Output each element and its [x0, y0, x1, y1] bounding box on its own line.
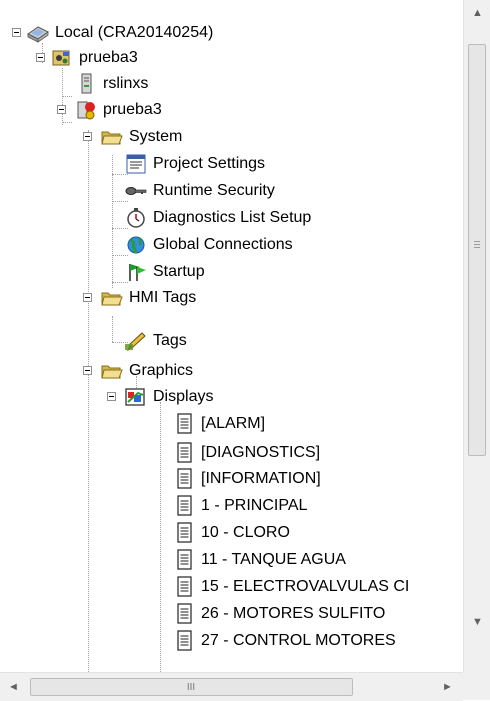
startup-flags-icon — [124, 261, 148, 283]
server-icon — [74, 73, 98, 95]
tree-node-display[interactable]: 15 - ELECTROVALVULAS CI — [172, 574, 409, 600]
tree-node-global-connections[interactable]: Global Connections — [124, 232, 293, 258]
tree-node-label: HMI Tags — [129, 289, 197, 306]
tree-line — [112, 316, 113, 342]
document-icon — [172, 603, 196, 625]
tree-node-tags[interactable]: Tags — [124, 328, 187, 354]
scroll-down-arrow-icon[interactable]: ▼ — [472, 617, 483, 628]
tree-node-label: [DIAGNOSTICS] — [201, 444, 321, 461]
scroll-left-arrow-icon[interactable]: ◄ — [8, 682, 19, 693]
tree-node-display[interactable]: [DIAGNOSTICS] — [172, 440, 320, 466]
application-icon — [50, 47, 74, 69]
collapse-toggle[interactable] — [36, 53, 45, 62]
document-icon — [172, 522, 196, 544]
tree-line — [62, 122, 72, 123]
tree-node-display[interactable]: 1 - PRINCIPAL — [172, 493, 307, 519]
tree-node-label: Diagnostics List Setup — [153, 209, 312, 226]
folder-open-icon — [100, 126, 124, 148]
tree-line — [88, 130, 89, 672]
tree-node-label: 1 - PRINCIPAL — [201, 497, 308, 514]
tree-line — [160, 402, 161, 672]
tree-node-label: Tags — [153, 332, 187, 349]
tree-node-label: 26 - MOTORES SULFITO — [201, 605, 386, 622]
tree-node-label: rslinxs — [103, 75, 149, 92]
scroll-up-arrow-icon[interactable]: ▲ — [472, 8, 483, 19]
horizontal-scrollbar[interactable]: ◄ III ► — [0, 672, 463, 701]
tree-node-label: Startup — [153, 263, 205, 280]
tree-node-startup[interactable]: Startup — [124, 259, 205, 285]
stopwatch-icon — [124, 207, 148, 229]
tree-node-display[interactable]: 27 - CONTROL MOTORES — [172, 628, 396, 654]
scroll-right-arrow-icon[interactable]: ► — [442, 682, 453, 693]
tree-node-hmi-tags[interactable]: HMI Tags — [83, 285, 197, 311]
folder-open-icon — [100, 287, 124, 309]
tree-node-label: Runtime Security — [153, 182, 275, 199]
key-icon — [124, 180, 148, 202]
document-icon — [172, 495, 196, 517]
document-icon — [172, 468, 196, 490]
scrollbar-corner — [463, 672, 490, 700]
explorer-window: Local (CRA20140254) prueba3 rslinxs prue… — [0, 0, 490, 701]
grip-line — [474, 241, 480, 242]
computer-icon — [26, 22, 50, 44]
tree-node-display[interactable]: [INFORMATION] — [172, 466, 321, 492]
tree-node-label: [ALARM] — [201, 415, 266, 432]
tree-node-hmi-server[interactable]: prueba3 — [57, 97, 162, 123]
document-icon — [172, 576, 196, 598]
tree-node-label: 11 - TANQUE AGUA — [201, 551, 346, 568]
folder-open-icon — [100, 360, 124, 382]
tree-node-label: 15 - ELECTROVALVULAS CI — [201, 578, 410, 595]
collapse-toggle[interactable] — [83, 366, 92, 375]
tree-node-label: Local (CRA20140254) — [55, 24, 214, 41]
tree-node-label: prueba3 — [103, 101, 162, 118]
tree-node-label: 10 - CLORO — [201, 524, 290, 541]
tree-node-graphics[interactable]: Graphics — [83, 358, 194, 384]
document-icon — [172, 549, 196, 571]
document-icon — [172, 413, 196, 435]
globe-icon — [124, 234, 148, 256]
tree-node-label: Graphics — [129, 362, 194, 379]
tree-node-label: System — [129, 128, 183, 145]
tree-node-label: [INFORMATION] — [201, 470, 321, 487]
document-icon — [172, 630, 196, 652]
tree-node-application[interactable]: prueba3 — [36, 45, 138, 71]
tree-node-diagnostics[interactable]: Diagnostics List Setup — [124, 205, 311, 231]
collapse-toggle[interactable] — [57, 105, 66, 114]
collapse-toggle[interactable] — [12, 28, 21, 37]
grip-icon: III — [186, 682, 196, 693]
tree-node-display[interactable]: [ALARM] — [172, 411, 265, 437]
tree-node-server[interactable]: rslinxs — [74, 71, 148, 97]
grip-line — [474, 244, 480, 245]
horizontal-scroll-thumb[interactable]: III — [30, 678, 353, 696]
tree-node-label: Global Connections — [153, 236, 293, 253]
hmi-server-icon — [74, 99, 98, 121]
tree-node-display[interactable]: 26 - MOTORES SULFITO — [172, 601, 385, 627]
vertical-scroll-thumb[interactable] — [468, 44, 486, 456]
grip-line — [474, 247, 480, 248]
tree-node-display[interactable]: 11 - TANQUE AGUA — [172, 547, 346, 573]
document-icon — [172, 442, 196, 464]
collapse-toggle[interactable] — [83, 293, 92, 302]
tags-pencil-icon — [124, 330, 148, 352]
tree-view[interactable]: Local (CRA20140254) prueba3 rslinxs prue… — [0, 0, 463, 672]
tree-node-label: 27 - CONTROL MOTORES — [201, 632, 396, 649]
tree-node-runtime-security[interactable]: Runtime Security — [124, 178, 275, 204]
tree-node-project-settings[interactable]: Project Settings — [124, 151, 265, 177]
tree-node-label: Project Settings — [153, 155, 266, 172]
collapse-toggle[interactable] — [83, 132, 92, 141]
tree-node-display[interactable]: 10 - CLORO — [172, 520, 290, 546]
tree-node-label: prueba3 — [79, 49, 138, 66]
collapse-toggle[interactable] — [107, 392, 116, 401]
tree-node-displays[interactable]: Displays — [107, 384, 214, 410]
vertical-scrollbar[interactable]: ▲ ▼ — [463, 0, 490, 672]
displays-icon — [124, 386, 148, 408]
tree-node-label: Displays — [153, 388, 214, 405]
tree-line — [62, 96, 72, 97]
tree-node-root[interactable]: Local (CRA20140254) — [12, 20, 214, 46]
tree-node-system[interactable]: System — [83, 124, 183, 150]
project-settings-icon — [124, 153, 148, 175]
